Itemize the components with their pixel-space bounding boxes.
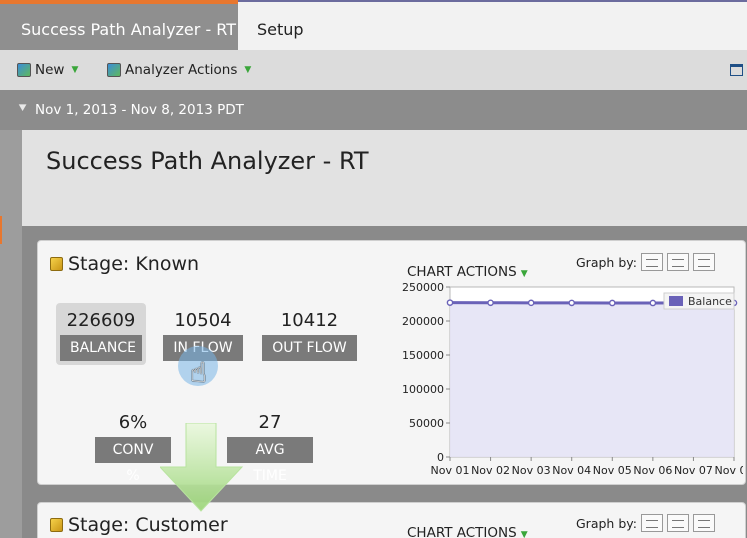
hand-cursor-icon: ☝ <box>190 356 208 389</box>
data-point <box>649 299 657 307</box>
x-tick-label: Nov 08 <box>715 464 743 477</box>
stage-title-text: Stage: Customer <box>68 514 228 536</box>
graph-by: Graph by: <box>576 253 715 271</box>
down-arrow-icon <box>160 423 244 512</box>
window-icon[interactable] <box>730 64 743 76</box>
stage-title-text: Stage: Known <box>68 253 200 275</box>
stage-title: Stage: Known <box>50 253 199 275</box>
inflow-value: 10504 <box>174 310 232 331</box>
x-tick-label: Nov 05 <box>593 464 632 477</box>
x-tick-label: Nov 04 <box>552 464 591 477</box>
data-point <box>527 299 535 307</box>
chevron-down-icon: ▼ <box>71 65 79 75</box>
legend-swatch <box>669 296 683 306</box>
x-tick-label: Nov 01 <box>431 464 470 477</box>
y-tick-label: 150000 <box>402 349 444 362</box>
stage-card-customer: Stage: Customer CHART ACTIONS ▼ Graph by: <box>37 502 746 538</box>
outflow-value: 10412 <box>280 310 339 331</box>
balance-label: BALANCE <box>60 335 142 361</box>
y-tick-label: 100000 <box>402 383 444 396</box>
balance-chart: 250000200000150000100000500000Nov 01 Nov … <box>402 281 743 477</box>
data-point <box>487 299 494 307</box>
graph-by-month-button[interactable] <box>692 253 715 271</box>
date-bar: ⯆ Nov 1, 2013 - Nov 8, 2013 PDT <box>0 90 747 130</box>
stage-card-known: Stage: Known 226609 BALANCE 10504 IN FLO… <box>37 240 746 485</box>
graph-by-month-button[interactable] <box>692 514 715 532</box>
new-button[interactable]: New ▼ <box>17 62 78 78</box>
chevron-down-icon: ▼ <box>520 530 528 538</box>
balance-metric[interactable]: 226609 BALANCE <box>56 303 146 365</box>
graph-by-week-button[interactable] <box>666 253 689 271</box>
new-label: New <box>35 62 65 78</box>
x-tick-label: Nov 07 <box>674 464 713 477</box>
orange-marker <box>0 216 2 244</box>
balance-value: 226609 <box>66 310 136 331</box>
data-point <box>568 299 576 307</box>
analyzer-actions-button[interactable]: Analyzer Actions ▼ <box>107 62 251 78</box>
series-area <box>450 302 734 457</box>
stage-title: Stage: Customer <box>50 514 228 536</box>
tab-setup[interactable]: Setup <box>257 2 304 50</box>
chevron-down-icon: ▼ <box>244 65 252 75</box>
date-range[interactable]: Nov 1, 2013 - Nov 8, 2013 PDT <box>35 102 244 118</box>
graph-by: Graph by: <box>576 514 715 532</box>
graph-by-label: Graph by: <box>576 515 637 531</box>
x-tick-label: Nov 06 <box>633 464 672 477</box>
chart-actions-label: CHART ACTIONS <box>407 525 517 538</box>
y-tick-label: 200000 <box>402 315 444 328</box>
graph-by-day-button[interactable] <box>640 514 663 532</box>
graph-by-label: Graph by: <box>576 254 637 270</box>
graph-by-week-button[interactable] <box>666 514 689 532</box>
new-icon <box>17 63 31 77</box>
data-point <box>446 299 454 306</box>
outflow-label: OUT FLOW <box>262 335 357 361</box>
analyzer-actions-label: Analyzer Actions <box>125 62 238 78</box>
data-point <box>608 299 616 307</box>
graph-by-day-button[interactable] <box>640 253 663 271</box>
left-edge <box>0 130 22 538</box>
cube-icon <box>50 257 63 271</box>
toolbar: New ▼ Analyzer Actions ▼ <box>0 50 747 90</box>
analyzer-actions-icon <box>107 63 121 77</box>
legend-label: Balance <box>688 295 732 308</box>
tab-bar: Success Path Analyzer - RT Setup <box>0 0 747 52</box>
outflow-metric[interactable]: 10412 OUT FLOW <box>262 307 357 361</box>
title-panel: Success Path Analyzer - RT <box>22 130 747 226</box>
tab-success-path-analyzer[interactable]: Success Path Analyzer - RT <box>0 0 238 52</box>
y-tick-label: 0 <box>437 451 444 464</box>
page-title: Success Path Analyzer - RT <box>46 147 369 175</box>
y-tick-label: 50000 <box>409 417 444 430</box>
y-tick-label: 250000 <box>402 281 444 294</box>
x-tick-label: Nov 02 <box>471 464 510 477</box>
cube-icon <box>50 518 63 532</box>
x-tick-label: Nov 03 <box>512 464 551 477</box>
chart-actions-button[interactable]: CHART ACTIONS ▼ <box>407 525 528 538</box>
pin-icon: ⯆ <box>17 101 29 117</box>
